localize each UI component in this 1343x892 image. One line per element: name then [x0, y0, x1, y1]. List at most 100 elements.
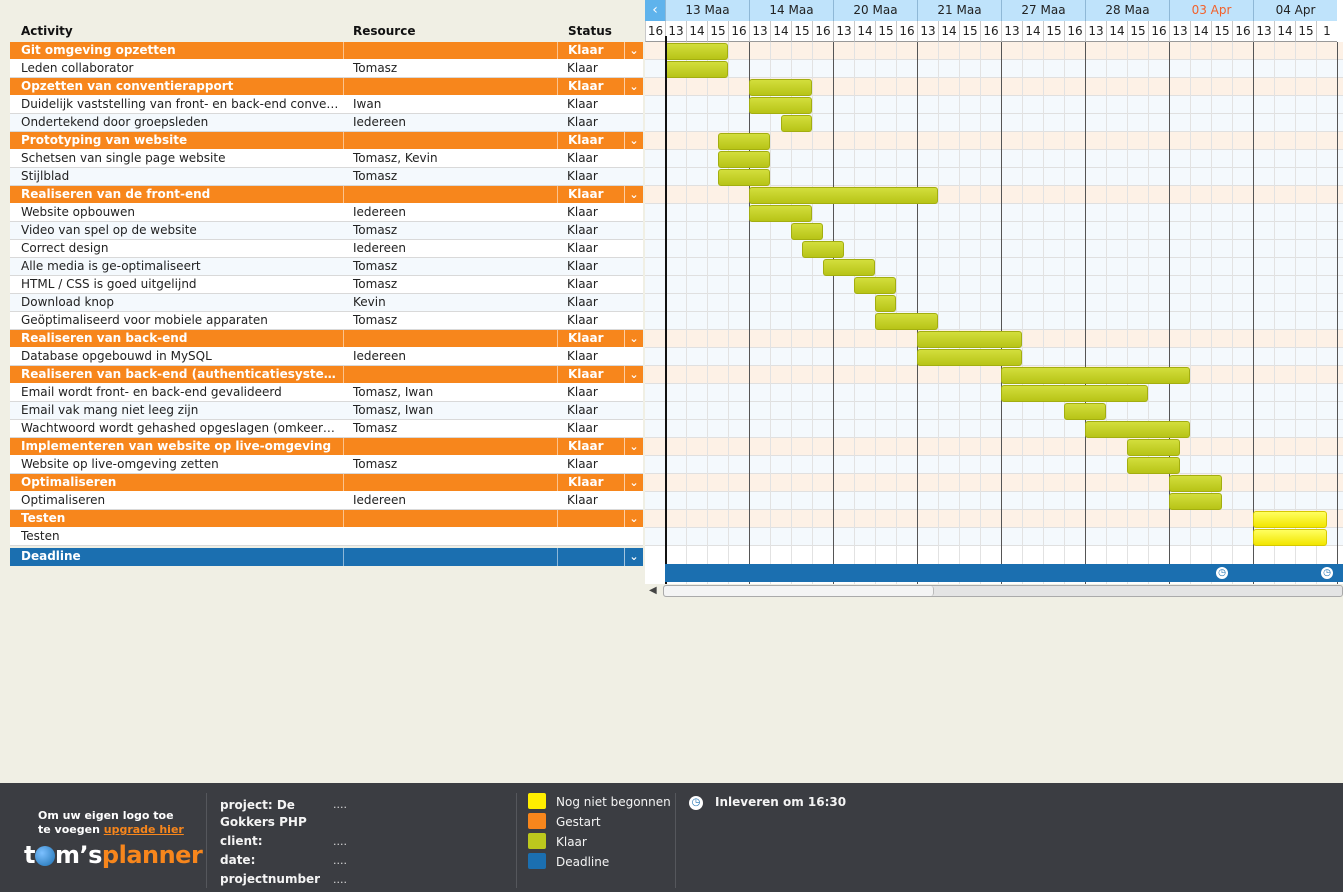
task-bar[interactable]	[1001, 385, 1148, 402]
activity-cell[interactable]: Wachtwoord wordt gehashed opgeslagen (om…	[21, 420, 341, 438]
group-bar[interactable]	[749, 79, 812, 96]
status-cell[interactable]: Klaar	[557, 150, 623, 168]
resource-cell[interactable]: Iedereen	[343, 492, 551, 510]
status-cell[interactable]: Klaar	[557, 456, 623, 474]
group-bar[interactable]	[1169, 475, 1222, 492]
resource-cell[interactable]: Iedereen	[343, 348, 551, 366]
group-bar[interactable]	[1001, 367, 1190, 384]
group-bar[interactable]	[1127, 439, 1180, 456]
activity-cell[interactable]: Download knop	[21, 294, 341, 312]
task-bar[interactable]	[1085, 421, 1190, 438]
chevron-down-icon[interactable]: ⌄	[624, 42, 643, 60]
resource-cell[interactable]	[343, 510, 551, 528]
task-row[interactable]: Alle media is ge-optimaliseert Tomasz Klaa…	[10, 258, 643, 276]
task-bar[interactable]	[717, 169, 770, 186]
resource-cell[interactable]	[343, 528, 551, 546]
resource-cell[interactable]	[343, 330, 551, 348]
chevron-down-icon[interactable]: ⌄	[624, 510, 643, 528]
activity-cell[interactable]: Prototyping van website	[21, 132, 341, 150]
group-row[interactable]: Optimaliseren Klaar ⌄	[10, 474, 643, 492]
chevron-down-icon[interactable]: ⌄	[624, 330, 643, 348]
task-bar[interactable]	[822, 259, 875, 276]
task-bar[interactable]	[1127, 457, 1180, 474]
task-row[interactable]: Website op live-omgeving zetten Tomasz Kla…	[10, 456, 643, 474]
task-row[interactable]: Website opbouwen Iedereen Klaar	[10, 204, 643, 222]
activity-cell[interactable]: Optimaliseren	[21, 492, 341, 510]
chevron-down-icon[interactable]: ⌄	[624, 366, 643, 384]
activity-cell[interactable]: Git omgeving opzetten	[21, 42, 341, 60]
task-row[interactable]: Correct design Iedereen Klaar	[10, 240, 643, 258]
task-bar[interactable]	[1169, 493, 1222, 510]
chevron-down-icon[interactable]: ⌄	[624, 438, 643, 456]
status-cell[interactable]: Klaar	[557, 204, 623, 222]
status-cell[interactable]: Klaar	[557, 384, 623, 402]
activity-cell[interactable]: Video van spel op de website	[21, 222, 341, 240]
resource-cell[interactable]: Tomasz	[343, 222, 551, 240]
task-bar[interactable]	[875, 295, 896, 312]
group-bar[interactable]	[665, 43, 728, 60]
status-cell[interactable]: Klaar	[557, 96, 623, 114]
scroll-left-arrow[interactable]: ◀	[649, 585, 657, 596]
task-row[interactable]: Download knop Kevin Klaar	[10, 294, 643, 312]
task-bar[interactable]	[917, 349, 1022, 366]
task-row[interactable]: Video van spel op de website Tomasz Klaar	[10, 222, 643, 240]
group-row[interactable]: Implementeren van website op live-omgevi…	[10, 438, 643, 456]
task-bar[interactable]	[749, 205, 812, 222]
task-row[interactable]: Ondertekend door groepsleden Iedereen Klaa…	[10, 114, 643, 132]
task-row[interactable]: Stijlblad Tomasz Klaar	[10, 168, 643, 186]
task-bar[interactable]	[875, 313, 938, 330]
resource-cell[interactable]: Iedereen	[343, 114, 551, 132]
deadline-row[interactable]: Deadline ⌄	[10, 548, 643, 566]
activity-cell[interactable]: Database opgebouwd in MySQL	[21, 348, 341, 366]
scrollbar-thumb[interactable]	[664, 586, 934, 596]
task-bar[interactable]	[717, 151, 770, 168]
task-bar[interactable]	[780, 115, 812, 132]
status-cell[interactable]	[557, 528, 623, 546]
task-row[interactable]: Wachtwoord wordt gehashed opgeslagen (om…	[10, 420, 643, 438]
resource-cell[interactable]: Kevin	[343, 294, 551, 312]
chevron-down-icon[interactable]: ⌄	[624, 132, 643, 150]
task-row[interactable]: Geöptimaliseerd voor mobiele apparaten To…	[10, 312, 643, 330]
task-row[interactable]: Optimaliseren Iedereen Klaar	[10, 492, 643, 510]
status-cell[interactable]: Klaar	[557, 60, 623, 78]
status-cell[interactable]: Klaar	[557, 258, 623, 276]
group-row[interactable]: Testen ⌄	[10, 510, 643, 528]
nav-left-icon[interactable]: ‹	[645, 0, 665, 21]
activity-cell[interactable]: Testen	[21, 510, 341, 528]
group-row[interactable]: Prototyping van website Klaar ⌄	[10, 132, 643, 150]
activity-cell[interactable]: Implementeren van website op live-omgevi…	[21, 438, 341, 456]
task-row[interactable]: Leden collaborator Tomasz Klaar	[10, 60, 643, 78]
group-row[interactable]: Opzetten van conventierapport Klaar ⌄	[10, 78, 643, 96]
activity-cell[interactable]: Realiseren van back-end	[21, 330, 341, 348]
activity-cell[interactable]: Realiseren van de front-end	[21, 186, 341, 204]
chevron-down-icon[interactable]: ⌄	[624, 474, 643, 492]
activity-cell[interactable]: Stijlblad	[21, 168, 341, 186]
resource-cell[interactable]	[343, 438, 551, 456]
activity-cell[interactable]: Email vak mang niet leeg zijn	[21, 402, 341, 420]
status-cell[interactable]: Klaar	[557, 420, 623, 438]
task-bar[interactable]	[1253, 529, 1327, 546]
status-cell[interactable]: Klaar	[557, 132, 623, 150]
resource-cell[interactable]: Iedereen	[343, 240, 551, 258]
group-bar[interactable]	[749, 187, 938, 204]
activity-cell[interactable]: Duidelijk vaststelling van front- en bac…	[21, 96, 341, 114]
task-bar[interactable]	[749, 97, 812, 114]
status-cell[interactable]: Klaar	[557, 78, 623, 96]
status-cell[interactable]: Klaar	[557, 492, 623, 510]
activity-cell[interactable]: Correct design	[21, 240, 341, 258]
group-row[interactable]: Git omgeving opzetten Klaar ⌄	[10, 42, 643, 60]
resource-cell[interactable]: Tomasz, Iwan	[343, 384, 551, 402]
activity-cell[interactable]: Schetsen van single page website	[21, 150, 341, 168]
status-cell[interactable]: Klaar	[557, 186, 623, 204]
resource-cell[interactable]: Iwan	[343, 96, 551, 114]
resource-cell[interactable]	[343, 78, 551, 96]
activity-cell[interactable]: Testen	[21, 528, 341, 546]
status-cell[interactable]: Klaar	[557, 348, 623, 366]
resource-cell[interactable]: Tomasz	[343, 456, 551, 474]
group-bar[interactable]	[917, 331, 1022, 348]
chevron-down-icon[interactable]: ⌄	[624, 186, 643, 204]
activity-cell[interactable]: Realiseren van back-end (authenticatiesy…	[21, 366, 341, 384]
chevron-down-icon[interactable]: ⌄	[624, 78, 643, 96]
status-cell[interactable]: Klaar	[557, 240, 623, 258]
resource-cell[interactable]: Iedereen	[343, 204, 551, 222]
